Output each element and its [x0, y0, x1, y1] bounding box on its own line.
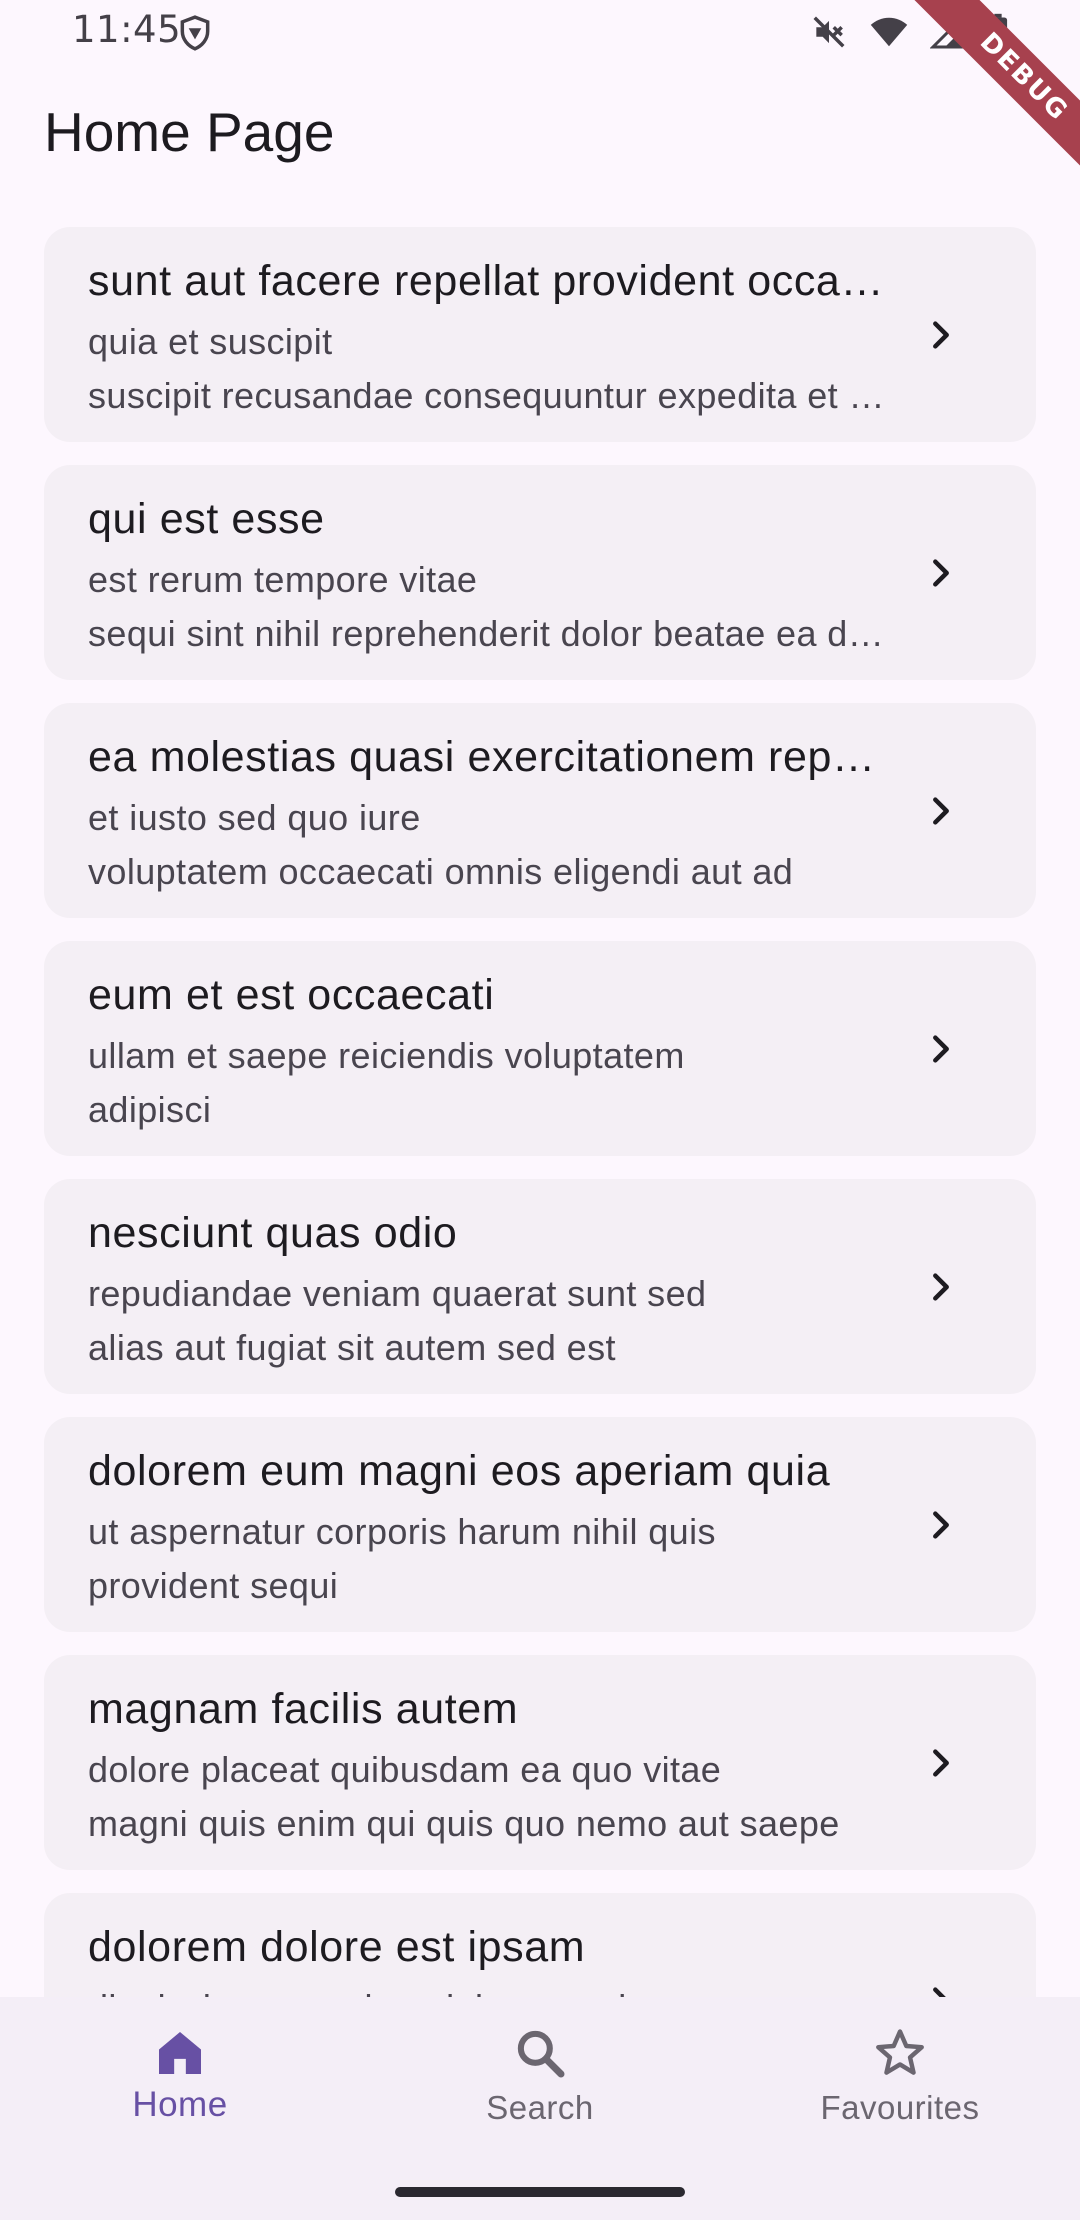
chevron-right-icon: [933, 320, 949, 349]
star-icon: [876, 2029, 924, 2075]
post-body-line: quia et suscipit: [88, 321, 333, 362]
post-body-line: suscipit recusandae consequuntur expedit…: [88, 375, 886, 416]
post-body-line: dolore placeat quibusdam ea quo vitae: [88, 1749, 722, 1790]
wifi-icon: [870, 17, 908, 47]
post-body-line: et iusto sed quo iure: [88, 797, 421, 838]
post-title: eum et est occaecati: [88, 971, 495, 1019]
post-card[interactable]: eum et est occaecati ullam et saepe reic…: [44, 941, 1036, 1156]
post-body-line: sequi sint nihil reprehenderit dolor bea…: [88, 613, 886, 654]
post-body-line: dignissimos aperiam dolorem qui eum: [88, 1981, 886, 1997]
chevron-right-icon: [933, 1986, 947, 1997]
nav-label-favourites: Favourites: [820, 2089, 980, 2126]
chevron-right-icon: [933, 1748, 949, 1777]
nav-label-home: Home: [132, 2085, 228, 2124]
nav-item-favourites[interactable]: Favourites: [720, 1997, 1080, 2167]
post-title: nesciunt quas odio: [88, 1209, 458, 1257]
app-bar: Home Page: [0, 66, 1080, 222]
post-body-line: voluptatem occaecati omnis eligendi aut …: [88, 851, 794, 892]
post-title: magnam facilis autem: [88, 1685, 519, 1733]
search-icon: [517, 2030, 565, 2078]
chevron-right-icon: [933, 1034, 949, 1063]
post-title: ea molestias quasi exercitationem repell…: [88, 733, 886, 781]
home-icon: [159, 2032, 201, 2074]
post-body-line: alias aut fugiat sit autem sed est: [88, 1327, 616, 1368]
status-time: 11:45: [72, 8, 182, 51]
mute-icon: [813, 16, 845, 48]
status-icons: [810, 12, 1010, 52]
page-title: Home Page: [44, 101, 335, 163]
post-title: dolorem dolore est ipsam: [88, 1923, 586, 1971]
status-bar: 11:45: [0, 0, 1080, 66]
post-body-line: est rerum tempore vitae: [88, 559, 478, 600]
post-card[interactable]: nesciunt quas odio repudiandae veniam qu…: [44, 1179, 1036, 1394]
app-root: 11:45 DEBUG Home Page sunt aut facere re…: [0, 0, 1080, 2220]
nav-item-search[interactable]: Search: [360, 1997, 720, 2167]
post-body-line: ut aspernatur corporis harum nihil quis: [88, 1511, 716, 1552]
post-body-line: ullam et saepe reiciendis voluptatem: [88, 1035, 685, 1076]
nav-item-home[interactable]: Home: [0, 1997, 360, 2167]
post-card[interactable]: dolorem dolore est ipsam dignissimos ape…: [44, 1893, 1036, 1997]
post-title: sunt aut facere repellat provident occae…: [88, 257, 886, 305]
battery-icon: [988, 13, 1008, 51]
post-card[interactable]: sunt aut facere repellat provident occae…: [44, 227, 1036, 442]
bottom-navigation-bar: Home Search Favourites: [0, 1997, 1080, 2220]
post-list[interactable]: sunt aut facere repellat provident occae…: [44, 227, 1036, 1997]
chevron-right-icon: [933, 1272, 949, 1301]
nav-label-search: Search: [486, 2089, 594, 2126]
post-card[interactable]: magnam facilis autem dolore placeat quib…: [44, 1655, 1036, 1870]
post-body-line: repudiandae veniam quaerat sunt sed: [88, 1273, 707, 1314]
vpn-shield-icon: [180, 15, 210, 51]
post-body-line: adipisci: [88, 1089, 212, 1130]
chevron-right-icon: [933, 796, 949, 825]
post-card[interactable]: qui est esse est rerum tempore vitae seq…: [44, 465, 1036, 680]
chevron-right-icon: [933, 1510, 949, 1539]
post-body-line: magni quis enim qui quis quo nemo aut sa…: [88, 1803, 840, 1844]
post-title: dolorem eum magni eos aperiam quia: [88, 1447, 831, 1495]
post-body-line: provident sequi: [88, 1565, 339, 1606]
post-title: qui est esse: [88, 495, 325, 543]
gesture-home-indicator[interactable]: [395, 2187, 685, 2197]
chevron-right-icon: [933, 558, 949, 587]
signal-icon: [930, 13, 965, 49]
post-card[interactable]: ea molestias quasi exercitationem repell…: [44, 703, 1036, 918]
post-card[interactable]: dolorem eum magni eos aperiam quia ut as…: [44, 1417, 1036, 1632]
